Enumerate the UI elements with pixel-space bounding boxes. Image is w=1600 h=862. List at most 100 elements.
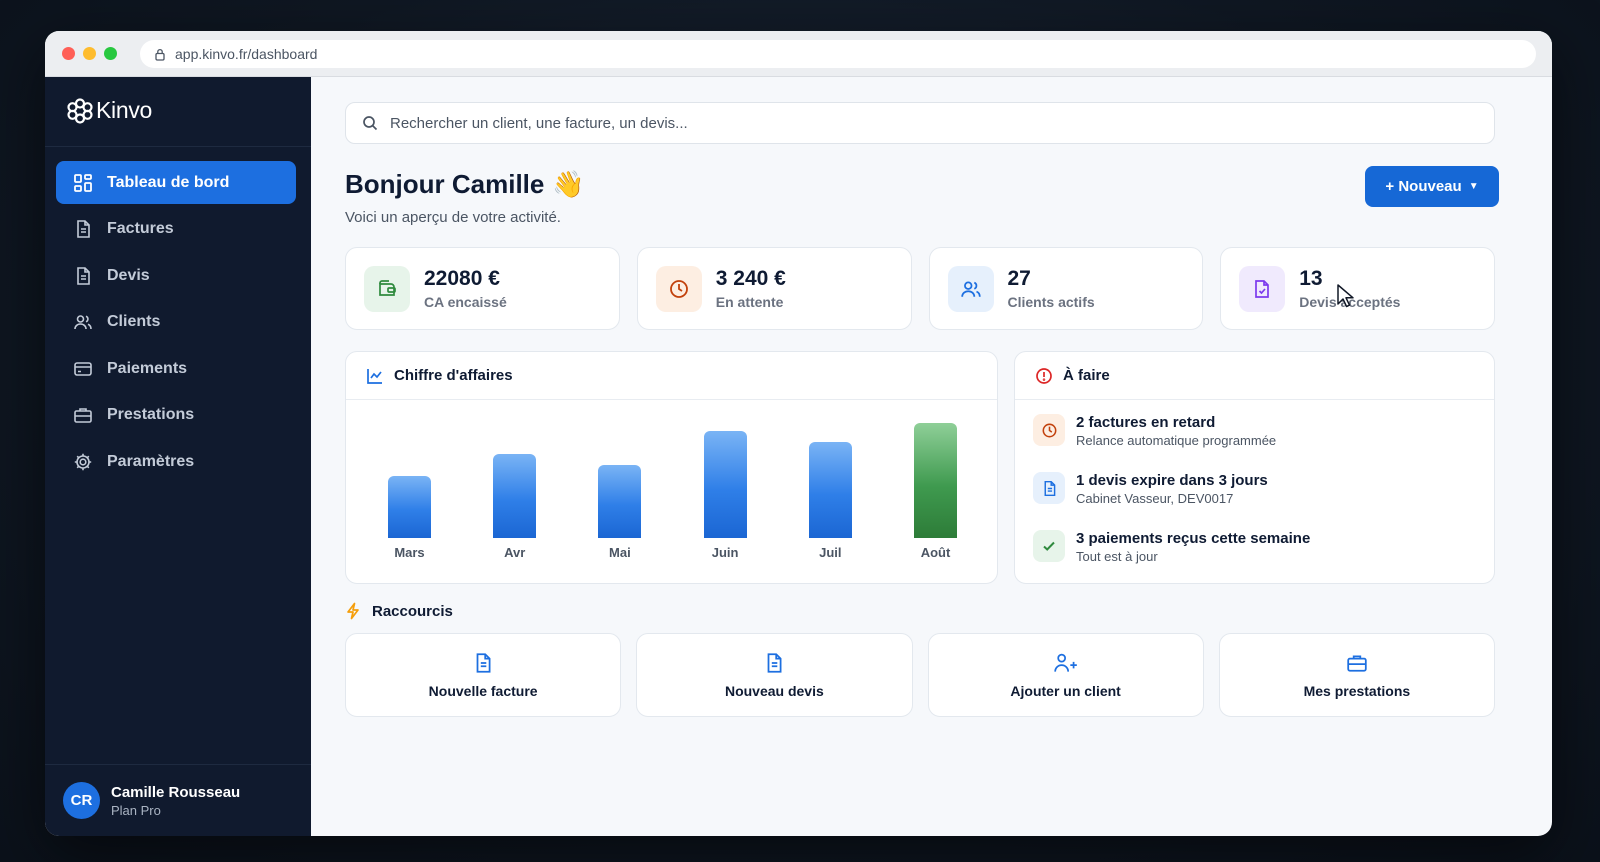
chart-bar-3[interactable]	[598, 464, 642, 538]
user-plan: Plan Pro	[111, 802, 161, 818]
shortcut-label: Nouveau devis	[724, 682, 824, 699]
document-icon	[767, 652, 782, 673]
chart-bar-1[interactable]	[388, 476, 431, 538]
search-placeholder: Rechercher un client, une facture, un de…	[390, 114, 688, 132]
gear-icon	[74, 453, 92, 470]
stat-label: En attente	[715, 294, 784, 310]
todo-text: 3 paiements reçus cette semaine Tout est…	[1076, 530, 1310, 564]
clock-icon	[1033, 414, 1065, 446]
document-icon	[77, 266, 90, 285]
sidebar-item-label: Paramètres	[107, 452, 195, 470]
todo-list: 2 factures en retard Relance automatique…	[1015, 400, 1494, 588]
chart-tick-label: Juil	[819, 545, 842, 560]
mouse-cursor-icon	[1337, 284, 1354, 308]
minimize-window-button[interactable]	[83, 47, 96, 60]
shortcuts-heading: Raccourcis	[345, 602, 453, 620]
page-subtitle: Voici un aperçu de votre activité.	[345, 209, 561, 226]
todo-item-subtitle: Relance automatique programmée	[1076, 433, 1277, 448]
shortcut-nouveau-devis[interactable]: Nouveau devis	[636, 633, 913, 717]
shortcuts-title: Raccourcis	[372, 602, 453, 620]
revenue-chart-card: Chiffre d'affaires Mars Avr Mai Juin Juil Aoû…	[345, 351, 998, 584]
chart-tick-label: Mai	[609, 545, 631, 560]
todo-text: 1 devis expire dans 3 jours Cabinet Vass…	[1076, 472, 1268, 506]
shortcut-ajouter-client[interactable]: Ajouter un client	[927, 633, 1204, 717]
stat-label: Clients actifs	[1007, 294, 1095, 310]
search-icon	[363, 116, 378, 131]
stat-card-ca-encaisse[interactable]: 22080 € CA encaissé	[345, 247, 620, 330]
sidebar-item-parametres[interactable]: Paramètres	[56, 440, 296, 483]
sidebar-item-label: Paiements	[107, 359, 188, 377]
chart-tick-label: Avr	[504, 545, 526, 560]
stat-card-clients-actifs[interactable]: 27 Clients actifs	[928, 247, 1204, 330]
stat-label: CA encaissé	[424, 294, 507, 310]
new-button-label: + Nouveau	[1385, 178, 1462, 195]
todo-text: 2 factures en retard Relance automatique…	[1076, 414, 1276, 448]
todo-item-paiements-recus[interactable]: 3 paiements reçus cette semaine Tout est…	[1033, 530, 1476, 588]
search-input[interactable]: Rechercher un client, une facture, un de…	[345, 102, 1495, 144]
chart-tick-label: Juin	[711, 545, 739, 560]
user-profile[interactable]: CR Camille Rousseau Plan Pro	[45, 764, 311, 836]
dashboard-icon	[74, 173, 92, 192]
sidebar: Kinvo Tableau de bord Factures Devis Cli…	[45, 77, 311, 836]
stat-card-devis-acceptes[interactable]: 13 Devis acceptés	[1220, 247, 1495, 330]
sidebar-item-paiements[interactable]: Paiements	[56, 347, 296, 390]
stat-value: 22080 €	[424, 267, 500, 290]
app-name: Kinvo	[96, 97, 153, 123]
alert-circle-icon	[1036, 367, 1052, 384]
document-icon	[1033, 472, 1065, 504]
main-content: Rechercher un client, une facture, un de…	[311, 77, 1552, 836]
close-window-button[interactable]	[62, 47, 75, 60]
document-check-icon	[1239, 265, 1286, 312]
revenue-bar-chart: Mars Avr Mai Juin Juil Août	[346, 400, 997, 584]
sidebar-item-clients[interactable]: Clients	[56, 301, 296, 344]
shortcut-label: Mes prestations	[1303, 682, 1411, 699]
todo-header: À faire	[1015, 352, 1494, 400]
todo-item-subtitle: Cabinet Vasseur, DEV0017	[1076, 491, 1234, 506]
line-chart-icon	[367, 368, 382, 384]
lightning-icon	[347, 602, 359, 620]
todo-item-title: 2 factures en retard	[1076, 414, 1216, 431]
browser-window: app.kinvo.fr/dashboard Kinvo Tableau de …	[45, 31, 1552, 836]
users-icon	[74, 315, 92, 330]
chart-bar-5[interactable]	[808, 442, 852, 538]
document-icon	[476, 652, 491, 673]
credit-card-icon	[74, 361, 92, 376]
todo-item-title: 1 devis expire dans 3 jours	[1076, 472, 1268, 489]
sidebar-item-label: Clients	[107, 313, 161, 330]
shortcut-label: Nouvelle facture	[428, 682, 538, 699]
chart-bar-2[interactable]	[493, 453, 537, 538]
shortcut-nouvelle-facture[interactable]: Nouvelle facture	[345, 633, 622, 717]
wallet-icon	[364, 265, 410, 312]
document-icon	[77, 220, 90, 238]
chart-header: Chiffre d'affaires	[346, 352, 997, 400]
shortcut-mes-prestations[interactable]: Mes prestations	[1218, 633, 1495, 717]
stat-card-en-attente[interactable]: 3 240 € En attente	[636, 247, 912, 330]
greeting-text: Bonjour Camille	[345, 169, 545, 199]
sidebar-nav: Tableau de bord Factures Devis Clients P…	[56, 161, 296, 487]
user-plus-icon	[1053, 653, 1077, 672]
sidebar-item-label: Prestations	[107, 406, 195, 423]
sidebar-item-prestations[interactable]: Prestations	[56, 394, 296, 437]
new-button[interactable]: + Nouveau ▼	[1365, 166, 1499, 207]
app-logo[interactable]: Kinvo	[67, 97, 152, 124]
briefcase-icon	[74, 408, 92, 423]
stat-value: 27	[1007, 267, 1031, 290]
maximize-window-button[interactable]	[104, 47, 117, 60]
todo-card: À faire 2 factures en retard Relance aut…	[1014, 351, 1495, 584]
check-icon	[1033, 530, 1065, 562]
sidebar-item-factures[interactable]: Factures	[56, 208, 296, 251]
address-bar[interactable]: app.kinvo.fr/dashboard	[140, 40, 1536, 68]
chart-tick-label: Août	[920, 545, 951, 560]
todo-item-devis-expire[interactable]: 1 devis expire dans 3 jours Cabinet Vass…	[1033, 472, 1476, 530]
sidebar-item-tableau-de-bord[interactable]: Tableau de bord	[56, 161, 296, 204]
chart-bar-4[interactable]	[703, 431, 747, 538]
sidebar-item-label: Devis	[107, 266, 150, 284]
avatar: CR	[63, 782, 100, 819]
todo-item-subtitle: Tout est à jour	[1076, 549, 1158, 564]
sidebar-item-devis[interactable]: Devis	[56, 254, 296, 297]
chart-bar-6[interactable]	[914, 423, 957, 538]
lock-icon	[155, 48, 165, 61]
address-bar-url: app.kinvo.fr/dashboard	[175, 46, 318, 62]
todo-item-title: 3 paiements reçus cette semaine	[1076, 530, 1311, 547]
todo-item-factures-retard[interactable]: 2 factures en retard Relance automatique…	[1033, 414, 1476, 472]
